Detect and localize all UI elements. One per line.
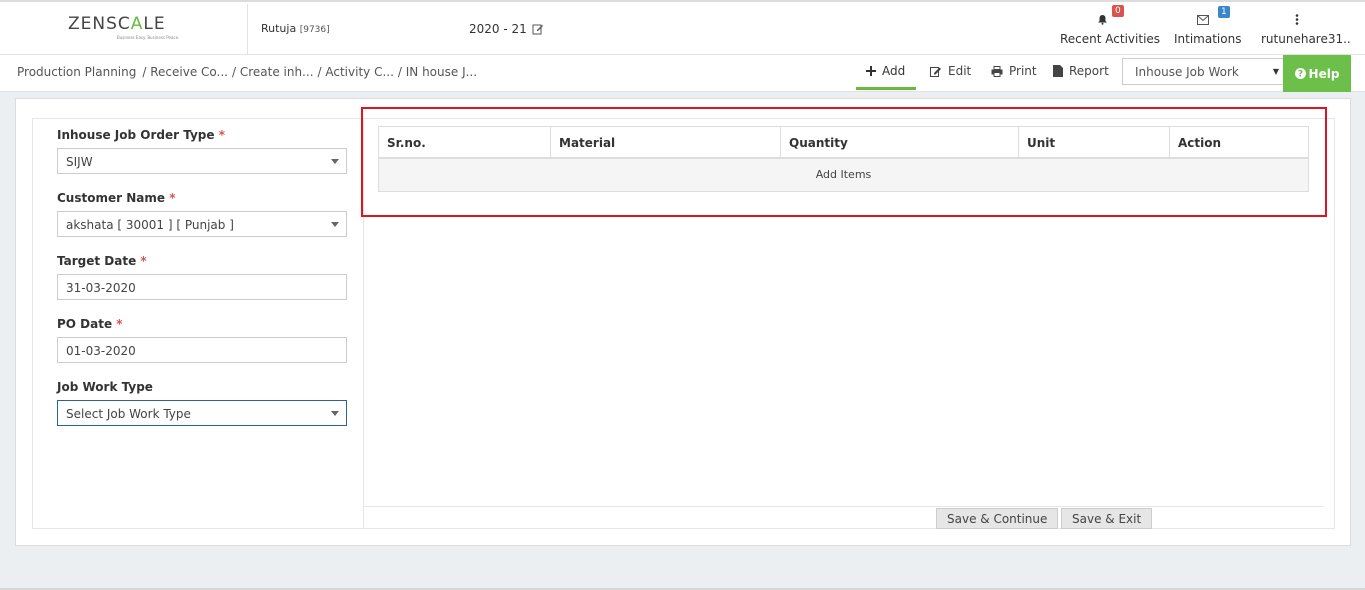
main-panel: Inhouse Job Order Type * SIJW Customer N… [15, 98, 1351, 546]
help-label: Help [1308, 66, 1340, 81]
breadcrumb-item[interactable]: Production Planning [17, 65, 136, 79]
required-mark: * [169, 191, 176, 205]
plus-icon [866, 66, 876, 76]
logo-text-accent: A [130, 14, 144, 34]
recent-activities-badge: 0 [1112, 5, 1124, 17]
job-work-type-value: Select Job Work Type [66, 407, 191, 421]
file-icon [1053, 65, 1063, 77]
target-date-input[interactable]: 31-03-2020 [57, 274, 347, 300]
target-date-value: 31-03-2020 [66, 281, 136, 295]
svg-text:?: ? [1297, 70, 1302, 80]
envelope-icon[interactable] [1197, 15, 1209, 25]
current-user-id: [9736] [299, 25, 330, 35]
add-button[interactable]: Add [866, 64, 905, 78]
job-work-type-select[interactable]: Select Job Work Type [57, 400, 347, 426]
edit-label: Edit [948, 64, 972, 78]
customer-value: akshata [ 30001 ] [ Punjab ] [66, 218, 234, 232]
active-tab-indicator [856, 87, 916, 90]
logo-wordmark: ZENSCALE [68, 14, 166, 34]
module-select-value: Inhouse Job Work [1135, 65, 1239, 79]
intimations-badge: 1 [1218, 6, 1230, 18]
user-menu-label[interactable]: rutunehare31.. [1261, 32, 1351, 46]
target-date-label: Target Date * [57, 254, 147, 268]
required-mark: * [116, 317, 123, 331]
report-label: Report [1069, 64, 1109, 78]
help-button[interactable]: ? Help [1283, 55, 1351, 92]
customer-label: Customer Name * [57, 191, 175, 205]
current-user-name: Rutuja [261, 22, 297, 35]
save-exit-button[interactable]: Save & Exit [1061, 508, 1153, 529]
caret-down-icon [331, 159, 339, 164]
logo-text-main: ZENSC [68, 14, 131, 34]
print-button[interactable]: Print [991, 64, 1037, 78]
order-type-value: SIJW [66, 155, 93, 169]
customer-select[interactable]: akshata [ 30001 ] [ Punjab ] [57, 211, 347, 237]
order-type-label-text: Inhouse Job Order Type [57, 128, 215, 142]
logo-text-end: LE [143, 14, 166, 34]
save-continue-button[interactable]: Save & Continue [936, 508, 1059, 529]
job-work-type-label: Job Work Type [57, 380, 153, 394]
target-date-label-text: Target Date [57, 254, 137, 268]
caret-down-icon [331, 222, 339, 227]
toolbar: Production Planning / Receive Co... / Crea… [0, 55, 1365, 92]
breadcrumb-item[interactable]: / IN house J... [398, 65, 477, 79]
module-select[interactable]: Inhouse Job Work ▼ [1122, 58, 1284, 85]
breadcrumb-item[interactable]: / Create inh... [232, 65, 314, 79]
intimations-link[interactable]: Intimations [1174, 32, 1241, 46]
edit-button[interactable]: Edit [930, 64, 971, 78]
recent-activities-link[interactable]: Recent Activities [1060, 32, 1160, 46]
top-header: ZENSCALE Business Easy. Business Peace. … [0, 0, 1365, 55]
current-user: Rutuja [9736] [261, 22, 330, 35]
logo-tagline: Business Easy. Business Peace. [117, 35, 180, 40]
po-date-input[interactable]: 01-03-2020 [57, 337, 347, 363]
financial-year-selector[interactable]: 2020 - 21 [469, 22, 544, 36]
print-label: Print [1009, 64, 1037, 78]
po-date-value: 01-03-2020 [66, 344, 136, 358]
required-mark: * [140, 254, 147, 268]
po-date-label: PO Date * [57, 317, 123, 331]
breadcrumb: Production Planning / Receive Co... / Crea… [17, 65, 481, 79]
logo[interactable]: ZENSCALE Business Easy. Business Peace. [0, 4, 248, 55]
highlight-box [361, 107, 1327, 217]
breadcrumb-item[interactable]: / Activity C... [318, 65, 394, 79]
financial-year-label: 2020 - 21 [469, 22, 527, 36]
footer-divider [363, 506, 1323, 507]
bell-icon[interactable] [1097, 14, 1108, 25]
required-mark: * [218, 128, 225, 142]
report-button[interactable]: Report [1053, 64, 1109, 78]
more-vertical-icon[interactable] [1295, 14, 1299, 25]
caret-down-icon [331, 411, 339, 416]
customer-label-text: Customer Name [57, 191, 165, 205]
printer-icon [991, 65, 1003, 77]
order-type-select[interactable]: SIJW [57, 148, 347, 174]
edit-icon [930, 66, 941, 77]
question-circle-icon: ? [1294, 68, 1306, 80]
edit-icon[interactable] [532, 23, 544, 35]
caret-down-icon: ▼ [1272, 67, 1279, 76]
breadcrumb-item[interactable]: / Receive Co... [142, 65, 228, 79]
order-type-label: Inhouse Job Order Type * [57, 128, 225, 142]
add-label: Add [882, 64, 906, 78]
po-date-label-text: PO Date [57, 317, 113, 331]
